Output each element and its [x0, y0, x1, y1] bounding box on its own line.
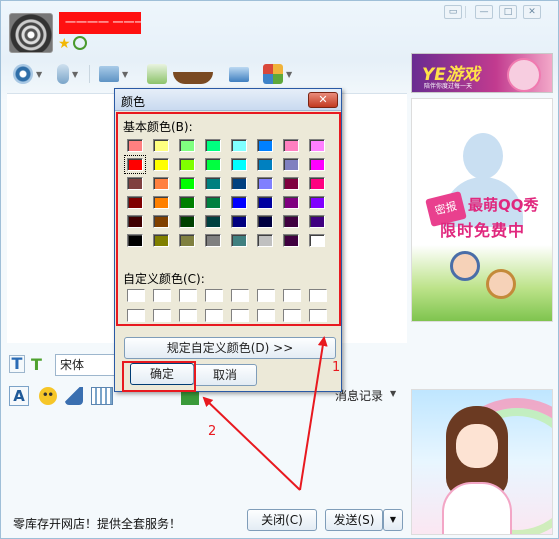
annotation-arrows — [202, 336, 328, 491]
annotation-arrow-2 — [202, 396, 301, 491]
annotation-arrow-1 — [299, 336, 328, 491]
